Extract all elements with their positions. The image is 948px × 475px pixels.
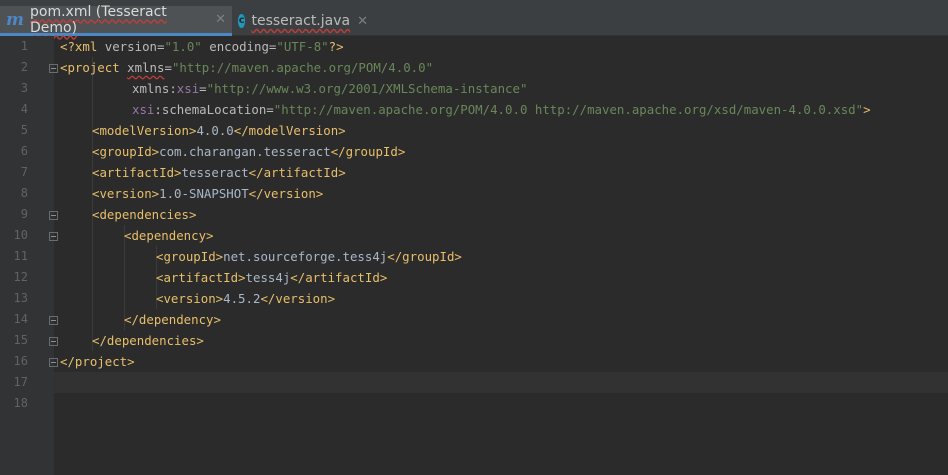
line-number: 8 xyxy=(20,186,28,200)
attribute-value: "http://www.w3.org/2001/XMLSchema-instan… xyxy=(206,81,528,96)
line-number: 5 xyxy=(20,123,28,137)
open-tag: <groupId> xyxy=(92,144,160,159)
attribute-value: "http://maven.apache.org/POM/4.0.0" xyxy=(171,60,434,75)
attribute-value: "UTF-8" xyxy=(276,39,329,54)
line-number: 18 xyxy=(13,396,28,410)
line-number: 4 xyxy=(20,102,28,116)
line-number: 9 xyxy=(20,207,28,221)
close-icon[interactable]: ✕ xyxy=(357,14,368,29)
code-editor[interactable]: <?xml version="1.0" encoding="UTF-8"?> <… xyxy=(54,36,948,475)
line-number: 6 xyxy=(20,144,28,158)
open-tag: <artifactId> xyxy=(156,270,246,285)
code-line: <project xmlns="http://maven.apache.org/… xyxy=(60,57,433,78)
xml-declaration-open: <?xml xyxy=(60,39,105,54)
open-tag: <modelVersion> xyxy=(92,123,197,138)
open-tag: <version> xyxy=(156,291,224,306)
close-tag: </dependencies> xyxy=(92,333,204,348)
ide-window: m pom.xml (Tesseract Demo) ✕ c tesseract… xyxy=(0,0,948,475)
line-number: 11 xyxy=(13,249,28,263)
open-tag: <artifactId> xyxy=(92,165,182,180)
close-tag: </groupId> xyxy=(330,144,406,159)
code-line: </dependency> xyxy=(124,309,221,330)
line-number: 1 xyxy=(20,39,28,53)
line-number: 10 xyxy=(13,228,28,242)
close-tag: </artifactId> xyxy=(290,270,388,285)
code-line: </dependencies> xyxy=(92,330,204,351)
code-line: <groupId>com.charangan.tesseract</groupI… xyxy=(92,141,405,162)
code-line: <artifactId>tess4j</artifactId> xyxy=(156,267,387,288)
close-icon[interactable]: ✕ xyxy=(215,12,226,27)
open-tag: <version> xyxy=(92,186,160,201)
code-line: xsi:schemaLocation="http://maven.apache.… xyxy=(132,99,871,120)
equals-sign: = xyxy=(199,81,207,96)
java-class-icon: c xyxy=(238,14,246,28)
caret-row-highlight xyxy=(54,372,948,393)
equals-sign: = xyxy=(164,60,172,75)
close-tag: </modelVersion> xyxy=(233,123,346,138)
tab-tesseract-java[interactable]: c tesseract.java ✕ xyxy=(232,6,374,36)
close-tag: </version> xyxy=(260,291,336,306)
namespace-prefix: xsi xyxy=(132,102,155,117)
close-tag: </dependency> xyxy=(124,312,221,327)
tag-text: 4.5.2 xyxy=(223,291,261,306)
editor-tab-bar: m pom.xml (Tesseract Demo) ✕ c tesseract… xyxy=(0,0,948,36)
attribute-name: xmlns xyxy=(132,81,170,96)
code-line: xmlns:xsi="http://www.w3.org/2001/XMLSch… xyxy=(132,78,527,99)
tab-label: tesseract.java xyxy=(251,13,351,29)
open-tag: <dependencies> xyxy=(92,207,197,222)
close-tag: </groupId> xyxy=(387,249,462,264)
line-number: 16 xyxy=(13,354,28,368)
attribute-value: "http://maven.apache.org/POM/4.0.0 http:… xyxy=(273,102,864,117)
equals-sign: = xyxy=(266,102,274,117)
attribute-name: encoding xyxy=(209,39,269,54)
colon: : xyxy=(169,81,177,96)
tab-label: pom.xml (Tesseract Demo) xyxy=(30,3,167,36)
close-tag: </version> xyxy=(248,186,324,201)
code-line: <artifactId>tesseract</artifactId> xyxy=(92,162,346,183)
project-open-tag: <project xyxy=(60,60,120,75)
attribute-value: "1.0" xyxy=(164,39,202,54)
line-number-gutter[interactable]: 1 2 3 4 5 6 7 8 9 10 11 12 13 14 15 16 1… xyxy=(0,36,58,475)
maven-icon: m xyxy=(6,9,24,30)
tag-text: tess4j xyxy=(245,270,291,285)
tag-text: 4.0.0 xyxy=(196,123,234,138)
attribute-name: version xyxy=(104,39,157,54)
code-line: <groupId>net.sourceforge.tess4j</groupId… xyxy=(156,246,462,267)
code-line: </project> xyxy=(60,351,135,372)
close-tag: </artifactId> xyxy=(248,165,346,180)
colon: : xyxy=(154,102,162,117)
tab-pom-xml[interactable]: m pom.xml (Tesseract Demo) ✕ xyxy=(0,3,232,36)
close-tag: </project> xyxy=(60,354,135,369)
line-number: 7 xyxy=(20,165,28,179)
line-number: 2 xyxy=(20,60,28,74)
tag-text: tesseract xyxy=(181,165,249,180)
line-number: 17 xyxy=(13,375,28,389)
xml-declaration-close: ?> xyxy=(328,39,344,54)
tag-close-bracket: > xyxy=(863,102,871,117)
tag-text: 1.0-SNAPSHOT xyxy=(159,186,249,201)
code-line: <?xml version="1.0" encoding="UTF-8"?> xyxy=(60,36,344,57)
line-number: 3 xyxy=(20,81,28,95)
code-line: <modelVersion>4.0.0</modelVersion> xyxy=(92,120,346,141)
line-number: 15 xyxy=(13,333,28,347)
tag-text: net.sourceforge.tess4j xyxy=(223,249,388,264)
namespace-prefix: xsi xyxy=(176,81,200,96)
code-line: <version>4.5.2</version> xyxy=(156,288,335,309)
code-line: <dependency> xyxy=(124,225,214,246)
open-tag: <groupId> xyxy=(156,249,224,264)
line-number: 14 xyxy=(13,312,28,326)
code-line: <version>1.0-SNAPSHOT</version> xyxy=(92,183,323,204)
tag-text: com.charangan.tesseract xyxy=(159,144,331,159)
line-number: 13 xyxy=(13,291,28,305)
attribute-name: xmlns xyxy=(127,60,165,75)
line-number: 12 xyxy=(13,270,28,284)
attribute-name: schemaLocation xyxy=(161,102,267,117)
code-line: <dependencies> xyxy=(92,204,196,225)
open-tag: <dependency> xyxy=(124,228,214,243)
